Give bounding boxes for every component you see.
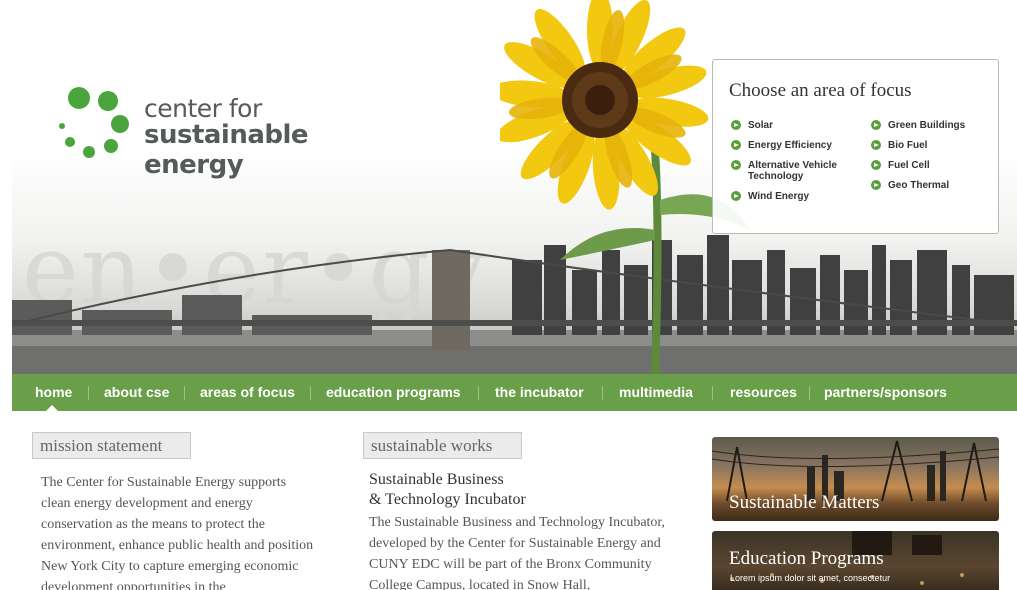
arrow-right-circle-icon	[871, 140, 881, 150]
logo-text-line1: center for	[144, 94, 262, 123]
mission-statement-text: The Center for Sustainable Energy suppor…	[41, 475, 314, 590]
arrow-right-circle-icon	[731, 120, 741, 130]
focus-link-geo-thermal[interactable]: Geo Thermal	[871, 180, 991, 191]
focus-link-solar[interactable]: Solar	[731, 120, 861, 131]
promo-title-sustainable-matters: Sustainable Matters	[729, 492, 880, 513]
sustainable-works-tab: sustainable works	[363, 432, 522, 459]
focus-link-bio-fuel[interactable]: Bio Fuel	[871, 140, 991, 151]
nav-divider	[310, 386, 311, 400]
focus-link-energy-efficiency[interactable]: Energy Efficiency	[731, 140, 861, 151]
nav-divider	[712, 386, 713, 400]
incubator-heading[interactable]: Sustainable Business & Technology Incuba…	[369, 470, 669, 510]
hero-banner: en•er•gy center for sustainable energy C…	[0, 0, 1017, 374]
mission-statement-tab: mission statement	[32, 432, 191, 459]
arrow-right-circle-icon	[871, 160, 881, 170]
logo-text-line2: sustainable energy	[144, 120, 309, 180]
arrow-right-circle-icon	[731, 140, 741, 150]
incubator-description: The Sustainable Business and Technology …	[369, 515, 666, 590]
focus-link-label: Green Buildings	[888, 120, 966, 131]
focus-list-left: Solar Energy Efficiency Alternative Vehicl…	[731, 120, 861, 211]
incubator-heading-line2: & Technology Incubator	[369, 491, 526, 508]
focus-link-label: Energy Efficiency	[748, 140, 832, 151]
site-logo[interactable]: center for sustainable energy	[56, 84, 396, 180]
focus-list-right: Green Buildings Bio Fuel Fuel Cell Geo Ther…	[871, 120, 991, 200]
arrow-right-circle-icon	[731, 160, 741, 170]
incubator-heading-line1: Sustainable Business	[369, 471, 504, 488]
sustainable-matters-promo[interactable]: Sustainable Matters	[712, 437, 999, 521]
focus-link-label: Solar	[748, 120, 774, 131]
dots-ring-logo-icon	[59, 87, 129, 158]
nav-the-incubator[interactable]: the incubator	[495, 374, 584, 411]
focus-link-label: Bio Fuel	[888, 140, 928, 151]
main-navigation: home about cse areas of focus education …	[12, 374, 1017, 411]
arrow-right-circle-icon	[871, 120, 881, 130]
active-nav-pointer	[46, 405, 58, 411]
focus-panel-title: Choose an area of focus	[729, 80, 912, 101]
arrow-right-circle-icon	[731, 191, 741, 201]
nav-about-cse[interactable]: about cse	[104, 374, 169, 411]
nav-resources[interactable]: resources	[730, 374, 797, 411]
focus-link-green-buildings[interactable]: Green Buildings	[871, 120, 991, 131]
nav-areas-of-focus[interactable]: areas of focus	[200, 374, 295, 411]
focus-link-label: Fuel Cell	[888, 160, 930, 171]
focus-link-label: Alternative Vehicle Technology	[748, 160, 837, 182]
nav-divider	[184, 386, 185, 400]
arrow-right-circle-icon	[871, 180, 881, 190]
nav-partners-sponsors[interactable]: partners/sponsors	[824, 374, 947, 411]
promo-subtitle-education-programs: Lorem ipsum dolor sit amet, consectetur	[730, 573, 891, 583]
nav-divider	[809, 386, 810, 400]
focus-area-panel: Choose an area of focus Solar Energy Effi…	[712, 59, 999, 234]
education-programs-promo[interactable]: Education Programs Lorem ipsum dolor sit…	[712, 531, 999, 590]
focus-link-label: Geo Thermal	[888, 180, 950, 191]
focus-link-label: Wind Energy	[748, 191, 810, 202]
nav-divider	[478, 386, 479, 400]
nav-divider	[602, 386, 603, 400]
nav-multimedia[interactable]: multimedia	[619, 374, 693, 411]
focus-link-alternative-vehicle-technology[interactable]: Alternative Vehicle Technology	[731, 160, 861, 182]
focus-link-wind-energy[interactable]: Wind Energy	[731, 191, 861, 202]
focus-link-fuel-cell[interactable]: Fuel Cell	[871, 160, 991, 171]
promo-title-education-programs: Education Programs	[729, 548, 884, 569]
nav-education-programs[interactable]: education programs	[326, 374, 461, 411]
nav-divider	[88, 386, 89, 400]
